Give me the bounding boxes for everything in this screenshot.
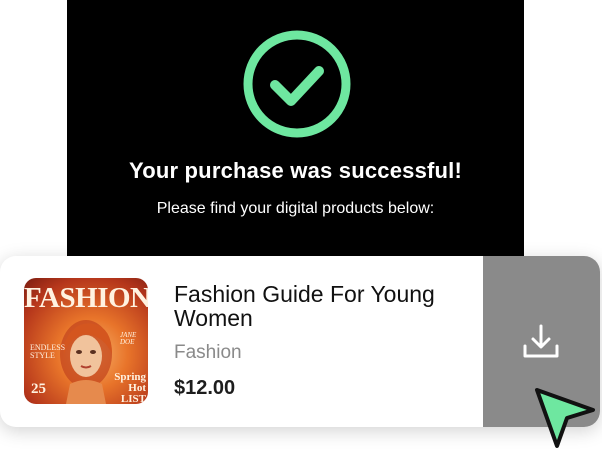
success-panel: Your purchase was successful! Please fin… [67,0,524,290]
cover-headline-left: ENDLESS STYLE [30,343,66,360]
product-category: Fashion [174,342,242,363]
product-price: $12.00 [174,377,236,399]
download-icon [523,324,559,358]
cover-headline-right: JANE DOE [120,331,137,346]
product-cover-image: FASHION ENDLESS STYLE JANE DOE Spring Ho… [24,278,148,404]
cover-number: 25 [31,381,46,397]
product-title: Fashion Guide For Young Women [174,281,435,331]
success-title: Your purchase was successful! [128,158,463,183]
product-card[interactable]: FASHION ENDLESS STYLE JANE DOE Spring Ho… [0,256,600,427]
check-circle-icon [243,30,351,138]
success-subtitle: Please find your digital products below: [156,200,435,217]
cursor-arrow-icon [535,388,595,448]
cover-masthead: FASHION [24,282,148,314]
cover-feature: Spring Hot LIST [114,371,146,405]
